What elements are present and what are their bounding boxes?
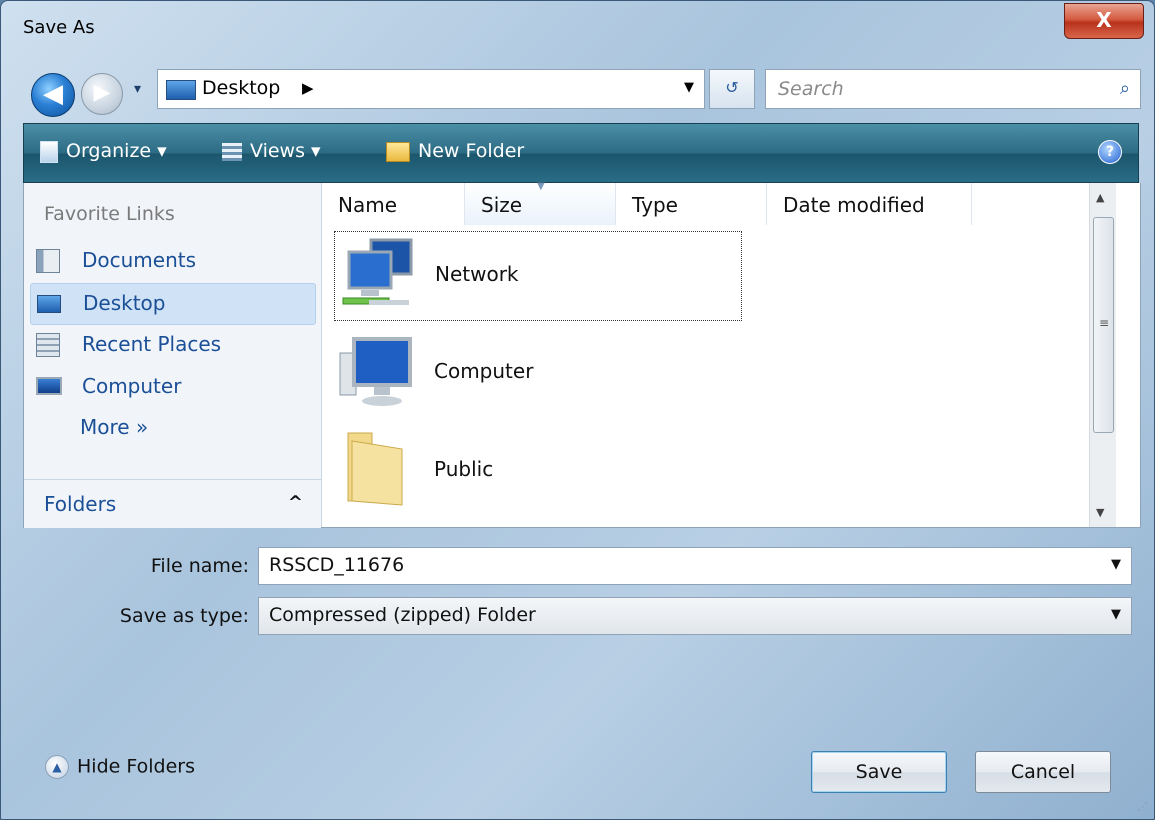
window-title: Save As: [23, 17, 95, 38]
resize-grip-icon[interactable]: ⋰: [1137, 800, 1148, 813]
column-header-name[interactable]: Name: [322, 183, 465, 225]
folders-label: Folders: [44, 492, 117, 516]
column-header-label: Type: [632, 193, 678, 217]
file-label: Computer: [434, 359, 534, 383]
forward-button[interactable]: ▶: [81, 73, 123, 115]
title-bar[interactable]: Save As X: [1, 1, 1154, 57]
column-header-size[interactable]: ▼ Size: [465, 181, 616, 225]
organize-label: Organize ▾: [66, 140, 167, 162]
file-name-dropdown-icon[interactable]: ▼: [1111, 557, 1121, 572]
command-toolbar: Organize ▾ Views ▾ New Folder ?: [23, 123, 1139, 183]
favorite-label: Desktop: [83, 291, 166, 315]
file-list: Name ▼ Size Type Date modified Network C…: [322, 181, 1116, 527]
favorite-desktop[interactable]: Desktop: [30, 283, 316, 325]
views-icon: [222, 142, 242, 161]
scroll-down-icon[interactable]: ▼: [1096, 506, 1104, 519]
favorite-computer[interactable]: Computer: [30, 367, 314, 407]
recent-pages-dropdown-icon[interactable]: ▾: [134, 81, 141, 97]
chevron-up-icon: ▲: [45, 755, 69, 779]
address-location[interactable]: Desktop: [202, 77, 280, 99]
folders-toggle-bar[interactable]: Folders ^: [24, 479, 321, 528]
address-dropdown-icon[interactable]: ▼: [684, 80, 694, 95]
more-links[interactable]: More »: [80, 415, 148, 439]
scroll-grip-icon: ≡: [1099, 316, 1110, 330]
favorite-label: Recent Places: [82, 332, 222, 356]
file-name-value[interactable]: RSSCD_11676: [269, 554, 404, 576]
recent-places-icon: [36, 333, 60, 357]
file-name-label: File name:: [150, 555, 249, 577]
favorite-recent-places[interactable]: Recent Places: [30, 325, 314, 365]
column-header-date-modified[interactable]: Date modified: [767, 183, 972, 225]
folder-icon: [347, 432, 403, 506]
vertical-scrollbar[interactable]: ▲ ≡ ▼: [1089, 183, 1116, 527]
column-header-type[interactable]: Type: [616, 183, 767, 225]
search-input[interactable]: Search ⌕: [765, 69, 1141, 109]
favorite-documents[interactable]: Documents: [30, 241, 314, 281]
scroll-up-icon[interactable]: ▲: [1096, 191, 1104, 204]
save-button[interactable]: Save: [811, 751, 947, 793]
save-as-type-label: Save as type:: [119, 605, 249, 627]
column-header-label: Date modified: [783, 193, 925, 217]
desktop-icon: [166, 80, 196, 100]
navigation-pane: Favorite Links Documents Desktop Recent …: [24, 183, 322, 528]
help-icon[interactable]: ?: [1098, 140, 1122, 164]
file-label: Network: [435, 262, 519, 286]
sort-indicator-icon: ▼: [537, 181, 545, 192]
search-icon[interactable]: ⌕: [1120, 78, 1130, 99]
list-item-computer[interactable]: Computer: [334, 329, 740, 417]
desktop-icon: [37, 295, 61, 313]
views-label: Views ▾: [250, 140, 321, 162]
organize-button[interactable]: Organize ▾: [40, 140, 167, 163]
address-bar[interactable]: Desktop ▶ ▼: [157, 69, 705, 109]
save-as-type-dropdown-icon[interactable]: ▼: [1111, 607, 1121, 622]
browser-content: Favorite Links Documents Desktop Recent …: [23, 181, 1141, 528]
hide-folders-button[interactable]: ▲ Hide Folders: [45, 755, 195, 779]
computer-icon: [36, 377, 62, 395]
save-as-dialog: Save As X ◀ ▶ ▾ Desktop ▶ ▼ ↺ Search ⌕ O…: [0, 0, 1155, 820]
save-as-type-select[interactable]: Compressed (zipped) Folder ▼: [258, 597, 1132, 635]
new-folder-icon: [386, 141, 410, 162]
file-label: Public: [434, 457, 494, 481]
save-as-type-value: Compressed (zipped) Folder: [269, 604, 536, 626]
scroll-thumb[interactable]: ≡: [1093, 217, 1114, 433]
file-name-input[interactable]: RSSCD_11676 ▼: [258, 547, 1132, 585]
views-button[interactable]: Views ▾: [222, 140, 321, 162]
column-header-label: Size: [481, 193, 523, 217]
documents-icon: [36, 249, 60, 273]
chevron-up-icon[interactable]: ^: [288, 492, 303, 513]
list-item-network[interactable]: Network: [334, 231, 742, 321]
close-button[interactable]: X: [1064, 3, 1144, 39]
organize-icon: [40, 140, 58, 163]
cancel-button[interactable]: Cancel: [975, 751, 1111, 793]
refresh-button[interactable]: ↺: [709, 69, 755, 109]
favorite-label: Documents: [82, 248, 197, 272]
hide-folders-label: Hide Folders: [77, 755, 195, 778]
network-icon: [342, 238, 413, 305]
breadcrumb-arrow-icon[interactable]: ▶: [302, 79, 314, 97]
column-header-label: Name: [338, 193, 398, 217]
list-item-public[interactable]: Public: [334, 427, 740, 515]
back-button[interactable]: ◀: [31, 73, 75, 117]
new-folder-label: New Folder: [418, 140, 525, 162]
computer-icon: [339, 337, 412, 406]
favorite-links-header: Favorite Links: [44, 203, 175, 225]
search-placeholder: Search: [778, 78, 844, 100]
new-folder-button[interactable]: New Folder: [386, 140, 524, 162]
favorite-label: Computer: [82, 374, 182, 398]
